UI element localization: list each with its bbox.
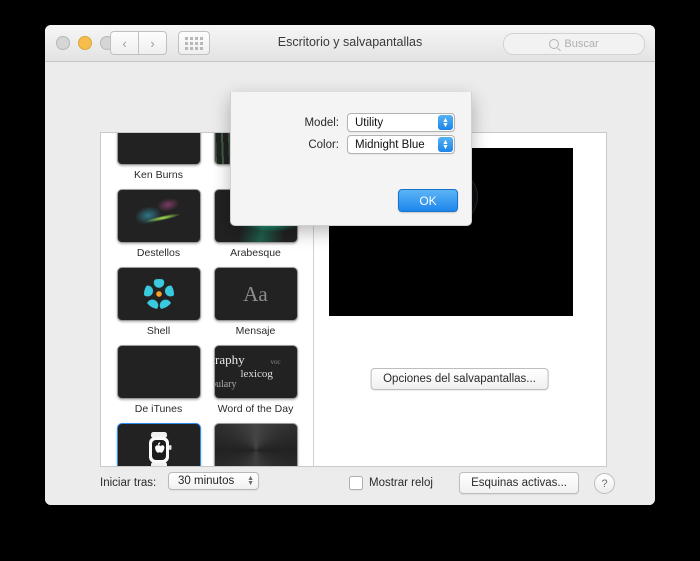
screensaver-item-watch-osx[interactable]: Watch OSX	[111, 423, 206, 466]
screensaver-item-destellos[interactable]: Destellos	[111, 189, 206, 261]
thumbnail-word-text-3: abulary	[215, 379, 237, 390]
chevron-updown-icon: ▲ ▼	[247, 475, 254, 487]
screensaver-item-ken-burns[interactable]: Ken Burns	[111, 133, 206, 183]
screensaver-item-word-of-the-day[interactable]: graphy lexicog abulary voc Word of the D…	[208, 345, 303, 417]
system-preferences-window: ‹ › Escritorio y salvapantallas Buscar K…	[45, 25, 655, 505]
color-popup[interactable]: Midnight Blue ▲ ▼	[347, 135, 455, 154]
screensaver-item-de-itunes[interactable]: De iTunes	[111, 345, 206, 417]
color-row: Color: Midnight Blue ▲ ▼	[231, 135, 455, 154]
thumbnail-word-of-the-day: graphy lexicog abulary voc	[213, 345, 298, 399]
window-titlebar: ‹ › Escritorio y salvapantallas Buscar	[45, 25, 655, 62]
screensaver-label: Arabesque	[230, 247, 281, 259]
chevron-updown-icon: ▲ ▼	[438, 115, 453, 130]
apple-watch-icon	[148, 432, 171, 466]
screensaver-label: Word of the Day	[217, 403, 294, 415]
thumbnail-word-text-1: graphy	[215, 352, 245, 367]
thumbnail-destellos	[116, 189, 201, 243]
color-value: Midnight Blue	[355, 138, 425, 151]
thumbnail-shell	[116, 267, 201, 321]
window-content: Ken Burns Clásico Destellos Arab	[45, 62, 655, 505]
chevron-updown-icon: ▲ ▼	[438, 137, 453, 152]
model-row: Model: Utility ▲ ▼	[231, 113, 455, 132]
hot-corners-button[interactable]: Esquinas activas...	[459, 472, 579, 494]
thumbnail-aleatorio	[213, 423, 298, 466]
show-clock-label: Mostrar reloj	[369, 477, 433, 489]
search-placeholder: Buscar	[564, 38, 599, 50]
screensaver-item-mensaje[interactable]: Aa Mensaje	[208, 267, 303, 339]
thumbnail-de-itunes	[116, 345, 201, 399]
model-label: Model:	[304, 116, 339, 129]
start-after-popup[interactable]: 30 minutos ▲ ▼	[168, 472, 259, 490]
screensaver-label: Mensaje	[235, 325, 276, 337]
ok-button[interactable]: OK	[398, 189, 458, 212]
model-popup[interactable]: Utility ▲ ▼	[347, 113, 455, 132]
start-after-label: Iniciar tras:	[100, 477, 157, 489]
bottom-bar: Iniciar tras: 30 minutos ▲ ▼ Mostrar relo…	[100, 472, 615, 498]
thumbnail-word-text-2: lexicog	[240, 368, 273, 380]
show-clock-checkbox[interactable]	[349, 476, 363, 490]
start-after-value: 30 minutos	[178, 475, 235, 487]
thumbnail-ken-burns	[116, 133, 201, 165]
help-button[interactable]: ?	[594, 473, 615, 494]
search-field[interactable]: Buscar	[503, 33, 645, 55]
screensaver-label: Ken Burns	[133, 169, 184, 181]
screensaver-item-aleatorio[interactable]: Aleatorio	[208, 423, 303, 466]
screensaver-label: Shell	[146, 325, 171, 337]
model-value: Utility	[355, 116, 384, 129]
screensaver-options-sheet: Model: Utility ▲ ▼ Color: Midnight Blue ▲…	[230, 92, 472, 226]
screen-root: ‹ › Escritorio y salvapantallas Buscar K…	[0, 0, 700, 561]
thumbnail-mensaje: Aa	[213, 267, 298, 321]
thumbnail-mensaje-glyph: Aa	[243, 281, 268, 306]
screensaver-label: De iTunes	[134, 403, 183, 415]
search-icon	[549, 39, 560, 49]
screensaver-options-button[interactable]: Opciones del salvapantallas...	[370, 368, 549, 390]
thumbnail-word-text-4: voc	[270, 358, 281, 366]
color-label: Color:	[308, 138, 339, 151]
thumbnail-watch-osx	[116, 423, 201, 466]
show-clock-checkbox-row[interactable]: Mostrar reloj	[349, 476, 433, 490]
screensaver-item-shell[interactable]: Shell	[111, 267, 206, 339]
screensaver-label: Destellos	[136, 247, 181, 259]
